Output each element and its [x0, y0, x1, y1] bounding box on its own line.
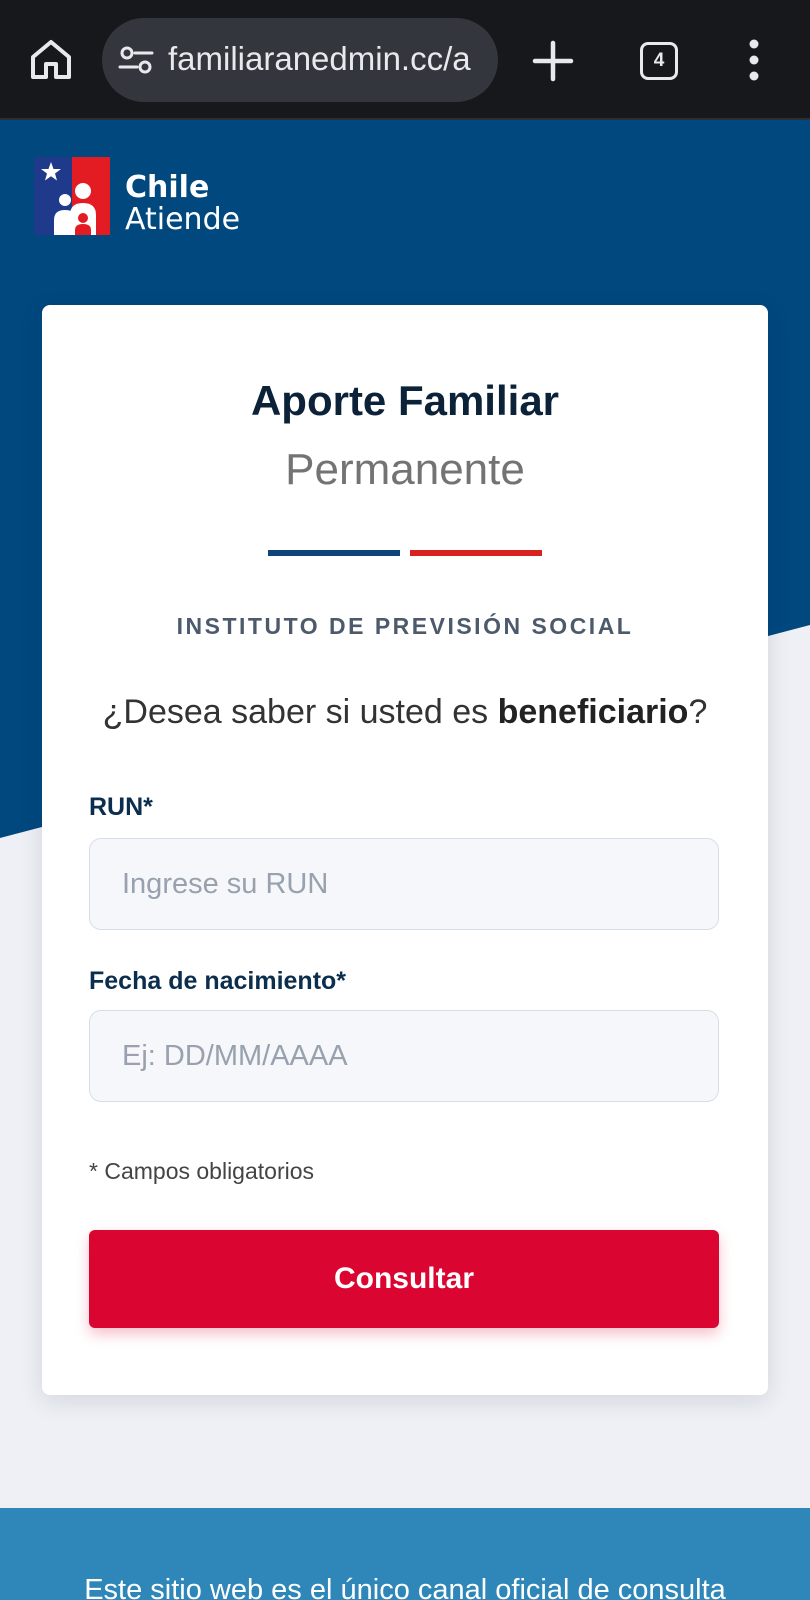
footer-text: Este sitio web es el único canal oficial… [84, 1574, 726, 1600]
footer: Este sitio web es el único canal oficial… [0, 1508, 810, 1600]
run-input[interactable] [89, 838, 719, 930]
page-title: Aporte Familiar [250, 377, 560, 424]
divider-blue [268, 550, 400, 556]
consulta-card: Aporte Familiar Permanente INSTITUTO DE … [42, 305, 768, 1395]
birthdate-label: Fecha de nacimiento* [89, 967, 347, 995]
url-text[interactable]: familiaranedmin.cc/a [168, 40, 488, 78]
family-logo-icon [34, 157, 110, 235]
run-label: RUN* [89, 793, 153, 821]
plus-icon[interactable] [530, 38, 576, 84]
birthdate-input[interactable] [89, 1010, 719, 1102]
more-vert-icon[interactable] [744, 38, 764, 82]
divider-red [410, 550, 542, 556]
logo-text-atiende: Atiende [125, 202, 241, 237]
browser-toolbar: familiaranedmin.cc/a 4 [0, 0, 810, 120]
chileatiende-logo[interactable]: Chile Atiende [34, 155, 274, 239]
tab-switcher-icon[interactable]: 4 [640, 42, 678, 80]
question-bold: beneficiario [497, 693, 689, 731]
institute-name: INSTITUTO DE PREVISIÓN SOCIAL [176, 613, 634, 639]
question-suffix: ? [688, 693, 708, 731]
page-subtitle: Permanente [285, 445, 525, 494]
address-bar[interactable]: familiaranedmin.cc/a [102, 18, 498, 102]
site-settings-icon[interactable] [118, 44, 154, 76]
beneficiary-question: ¿Desea saber si usted es beneficiario? [42, 693, 768, 732]
consultar-button[interactable]: Consultar [89, 1230, 719, 1328]
logo-text-chile: Chile [125, 170, 210, 205]
question-prefix: ¿Desea saber si usted es [102, 693, 498, 731]
home-icon[interactable] [28, 36, 74, 82]
required-note: * Campos obligatorios [89, 1158, 315, 1184]
